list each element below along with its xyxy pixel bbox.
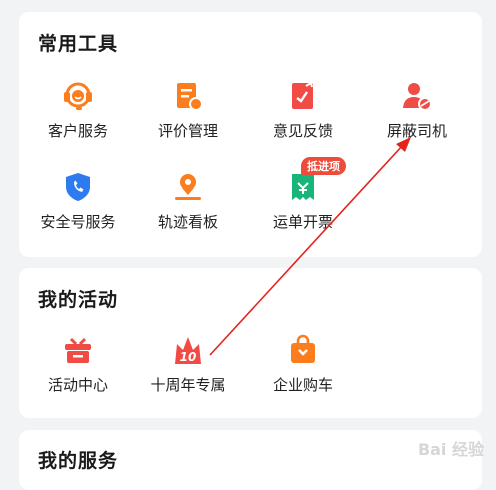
customer-service-item[interactable]: 客户服务 bbox=[23, 80, 133, 160]
feedback-label: 意见反馈 bbox=[272, 122, 333, 140]
tenth-anniversary-label: 十周年专属 bbox=[150, 376, 226, 394]
feedback-item[interactable]: 意见反馈 bbox=[248, 80, 358, 160]
tenth-anniversary-item[interactable]: 10 十周年专属 bbox=[133, 334, 243, 414]
feedback-icon bbox=[292, 81, 313, 109]
activity-center-item[interactable]: 活动中心 bbox=[23, 334, 133, 414]
invoice-label: 运单开票 bbox=[272, 213, 333, 231]
my-services-card: 我的服务 bbox=[19, 430, 482, 490]
invoice-icon bbox=[292, 174, 314, 200]
shopping-bag-icon bbox=[291, 334, 315, 363]
common-tools-card: 常用工具 客户服务 评价管理 意见反馈 屏蔽司机 安全号服务 轨迹看板 抵进项 … bbox=[19, 12, 482, 257]
track-pin-icon bbox=[175, 174, 201, 200]
track-board-label: 轨迹看板 bbox=[157, 213, 218, 231]
common-tools-title: 常用工具 bbox=[38, 33, 119, 55]
gift-icon bbox=[65, 337, 91, 363]
activity-center-label: 活动中心 bbox=[47, 376, 108, 394]
svg-text:10: 10 bbox=[180, 350, 197, 364]
my-services-title: 我的服务 bbox=[38, 450, 119, 472]
enterprise-purchase-item[interactable]: 企业购车 bbox=[248, 334, 358, 414]
block-driver-item[interactable]: 屏蔽司机 bbox=[362, 80, 472, 160]
anniversary-10-icon: 10 bbox=[175, 337, 201, 364]
secure-number-item[interactable]: 安全号服务 bbox=[23, 171, 133, 251]
review-management-item[interactable]: 评价管理 bbox=[133, 80, 243, 160]
watermark: Bai 经验 bbox=[417, 440, 484, 459]
invoice-item[interactable]: 抵进项 运单开票 bbox=[248, 157, 358, 251]
block-driver-icon bbox=[403, 83, 432, 111]
customer-service-label: 客户服务 bbox=[47, 122, 108, 140]
block-driver-label: 屏蔽司机 bbox=[386, 122, 447, 140]
invoice-badge: 抵进项 bbox=[301, 157, 346, 175]
headset-icon bbox=[64, 82, 92, 110]
secure-number-label: 安全号服务 bbox=[40, 213, 116, 231]
shield-phone-icon bbox=[66, 173, 90, 201]
enterprise-purchase-label: 企业购车 bbox=[272, 376, 333, 394]
my-activities-title: 我的活动 bbox=[38, 289, 119, 311]
my-activities-card: 我的活动 活动中心 10 十周年专属 企业购车 bbox=[19, 268, 482, 418]
track-board-item[interactable]: 轨迹看板 bbox=[133, 171, 243, 251]
review-doc-icon bbox=[177, 83, 203, 111]
review-management-label: 评价管理 bbox=[157, 122, 218, 140]
